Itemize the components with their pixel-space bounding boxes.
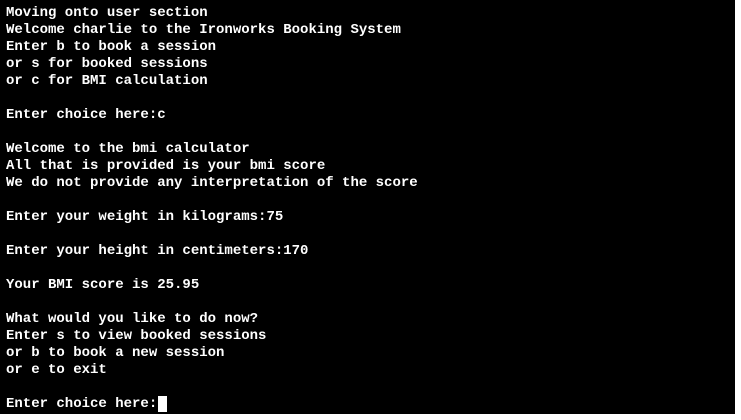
output-line: Enter your height in centimeters:170 [6,243,309,259]
output-line: Your BMI score is 25.95 [6,277,200,293]
output-line: or e to exit [6,362,107,378]
output-line: Enter choice here:c [6,107,166,123]
text-cursor [158,396,168,412]
output-line: or s for booked sessions [6,56,208,72]
output-line: or b to book a new session [6,345,225,361]
output-line: Welcome to the bmi calculator [6,141,250,157]
output-line: What would you like to do now? [6,311,259,327]
prompt-label: Enter choice here: [6,396,158,412]
output-line: or c for BMI calculation [6,73,208,89]
input-prompt-line[interactable]: Enter choice here: [6,396,735,413]
output-line: We do not provide any interpretation of … [6,175,418,191]
terminal-window[interactable]: Moving onto user section Welcome charlie… [0,0,735,414]
output-line: Enter b to book a session [6,39,217,55]
output-line: Welcome charlie to the Ironworks Booking… [6,22,401,38]
output-line: Enter s to view booked sessions [6,328,267,344]
output-line: All that is provided is your bmi score [6,158,326,174]
output-line: Moving onto user section [6,5,208,21]
output-line: Enter your weight in kilograms:75 [6,209,284,225]
